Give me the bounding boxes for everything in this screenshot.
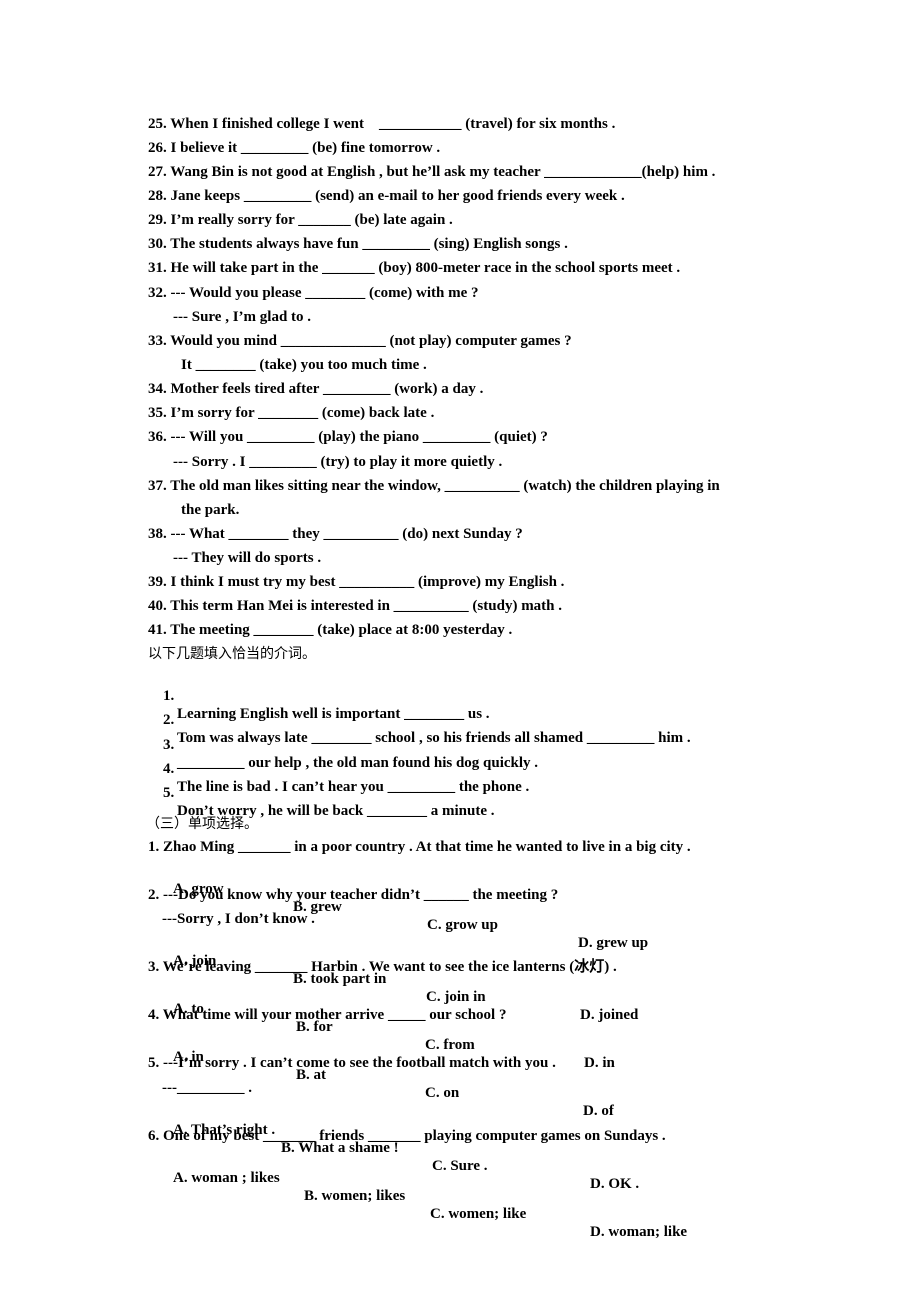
option-a: A. woman ; likes (173, 1170, 280, 1186)
mc-question-5: 5. ---I’m sorry . I can’t come to see th… (148, 1055, 556, 1071)
option-c: C. grow up (427, 917, 498, 933)
mc-question-1: 1. Zhao Ming _______ in a poor country .… (148, 839, 691, 855)
item-text: _________ our help , the old man found h… (177, 755, 539, 771)
question-34: 34. Mother feels tired after _________ (… (148, 381, 484, 397)
question-38: 38. --- What ________ they __________ (d… (148, 526, 523, 542)
question-36: 36. --- Will you _________ (play) the pi… (148, 429, 548, 445)
question-33: 33. Would you mind ______________ (not p… (148, 333, 572, 349)
question-35: 35. I’m sorry for ________ (come) back l… (148, 405, 435, 421)
question-41: 41. The meeting ________ (take) place at… (148, 622, 513, 638)
item-number: 5. (163, 785, 175, 801)
question-27: 27. Wang Bin is not good at English , bu… (148, 164, 716, 180)
option-d: D. woman; like (590, 1224, 688, 1240)
mc-options-6: A. woman ; likes B. women; likes C. wome… (0, 1151, 920, 1259)
option-c: C. women; like (430, 1206, 527, 1222)
option-b: B. women; likes (304, 1188, 406, 1204)
question-25: 25. When I finished college I went _____… (148, 116, 616, 132)
item-text: The line is bad . I can’t hear you _____… (177, 779, 530, 795)
worksheet-page: 25. When I finished college I went _____… (0, 0, 920, 1302)
item-text: Learning English well is important _____… (177, 706, 490, 722)
mc-question-3: 3. We’re leaving _______ Harbin . We wan… (148, 959, 617, 975)
question-28: 28. Jane keeps _________ (send) an e-mai… (148, 188, 625, 204)
question-33-reply: It ________ (take) you too much time . (181, 357, 427, 373)
multiple-choice-heading: （三）单项选择。 (146, 816, 258, 832)
mc-question-6: 6. One of my best _______ friends ______… (148, 1128, 666, 1144)
question-32: 32. --- Would you please ________ (come)… (148, 285, 479, 301)
mc-question-2-reply: ---Sorry , I don’t know . (162, 911, 315, 927)
question-30: 30. The students always have fun _______… (148, 236, 568, 252)
mc-question-2: 2. ---Do you know why your teacher didn’… (148, 887, 559, 903)
question-37: 37. The old man likes sitting near the w… (148, 478, 720, 494)
question-29: 29. I’m really sorry for _______ (be) la… (148, 212, 453, 228)
question-39: 39. I think I must try my best _________… (148, 574, 565, 590)
question-36-reply: --- Sorry . I _________ (try) to play it… (173, 454, 503, 470)
question-38-reply: --- They will do sports . (173, 550, 322, 566)
mc-question-5-reply: ---_________ . (162, 1080, 252, 1096)
question-40: 40. This term Han Mei is interested in _… (148, 598, 563, 614)
mc-question-4: 4. What time will your mother arrive ___… (148, 1007, 507, 1023)
item-text: Tom was always late ________ school , so… (177, 730, 691, 746)
preposition-instruction: 以下几题填入恰当的介词。 (148, 646, 316, 662)
question-37-continued: the park. (181, 502, 240, 518)
option-c: C. on (425, 1085, 460, 1101)
question-31: 31. He will take part in the _______ (bo… (148, 260, 681, 276)
question-26: 26. I believe it _________ (be) fine tom… (148, 140, 441, 156)
question-32-reply: --- Sure , I’m glad to . (173, 309, 312, 325)
